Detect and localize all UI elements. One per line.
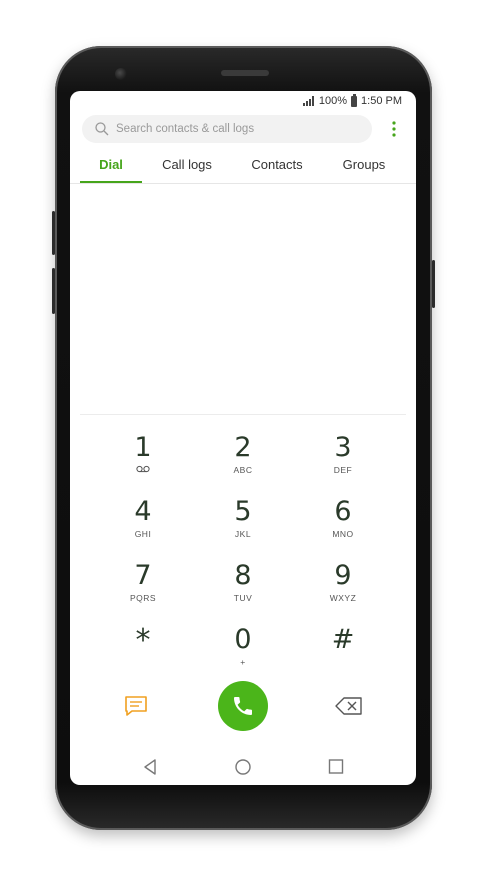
key-letters: GHI [134,529,152,539]
key-letters: DEF [333,465,353,475]
volume-down-button [52,268,55,314]
signal-icon [302,96,314,106]
phone-icon [234,697,252,715]
search-bar[interactable]: Search contacts & call logs [82,115,372,143]
screen: 100% 1:50 PM Search contacts & call logs… [70,91,416,785]
key-digit: 8 [234,560,252,591]
tab-groups[interactable]: Groups [326,149,402,183]
backspace-icon[interactable] [335,697,363,715]
tab-dial[interactable]: Dial [80,149,142,183]
back-icon[interactable] [142,758,158,776]
key-7[interactable]: 7 PQRS [103,561,183,617]
battery-percent: 100% [318,95,348,107]
search-icon [95,122,109,136]
key-8[interactable]: 8 TUV [203,561,283,617]
key-digit: 4 [134,496,152,527]
key-digit: 9 [334,560,352,591]
key-digit: 1 [134,432,152,463]
more-vert-icon[interactable] [388,119,400,139]
key-9[interactable]: 9 WXYZ [303,561,383,617]
status-bar: 100% 1:50 PM [302,93,402,109]
key-letters: + [240,657,246,667]
key-letters [303,657,383,667]
key-digit: 7 [134,560,152,591]
key-6[interactable]: 6 MNO [303,497,383,553]
keypad-divider [80,414,406,415]
dial-number-display [70,184,416,414]
key-letters: PQRS [129,593,157,603]
key-letters [103,659,183,669]
power-button [432,260,435,308]
front-camera [115,68,127,80]
key-digit: 0 [234,624,252,655]
battery-icon [351,93,358,107]
message-icon[interactable] [124,695,148,717]
recents-icon[interactable] [328,758,344,776]
phone-frame: 100% 1:50 PM Search contacts & call logs… [52,46,435,830]
search-placeholder: Search contacts & call logs [116,123,255,135]
tab-bar: Dial Call logs Contacts Groups [70,149,416,183]
voicemail-icon [136,465,150,473]
status-time: 1:50 PM [361,95,402,107]
key-3[interactable]: 3 DEF [303,433,383,489]
key-1[interactable]: 1 [103,433,183,489]
key-digit: 6 [334,496,352,527]
key-hash[interactable]: # [303,625,383,681]
key-letters: MNO [332,529,354,539]
key-digit: 5 [234,496,252,527]
key-5[interactable]: 5 JKL [203,497,283,553]
key-star[interactable]: * [103,625,183,681]
key-letters: TUV [233,593,253,603]
key-digit: * [135,623,151,658]
tab-contacts[interactable]: Contacts [238,149,316,183]
key-4[interactable]: 4 GHI [103,497,183,553]
key-letters: JKL [234,529,252,539]
earpiece [221,70,269,76]
key-2[interactable]: 2 ABC [203,433,283,489]
call-button[interactable] [218,681,268,731]
key-letters: WXYZ [329,593,357,603]
navigation-bar [70,755,416,781]
tab-call-logs[interactable]: Call logs [152,149,222,183]
key-digit: # [331,624,355,655]
key-digit: 2 [234,432,252,463]
key-digit: 3 [334,432,352,463]
key-0[interactable]: 0 + [203,625,283,681]
key-letters: ABC [233,465,253,475]
home-icon[interactable] [234,758,252,776]
volume-up-button [52,211,55,255]
